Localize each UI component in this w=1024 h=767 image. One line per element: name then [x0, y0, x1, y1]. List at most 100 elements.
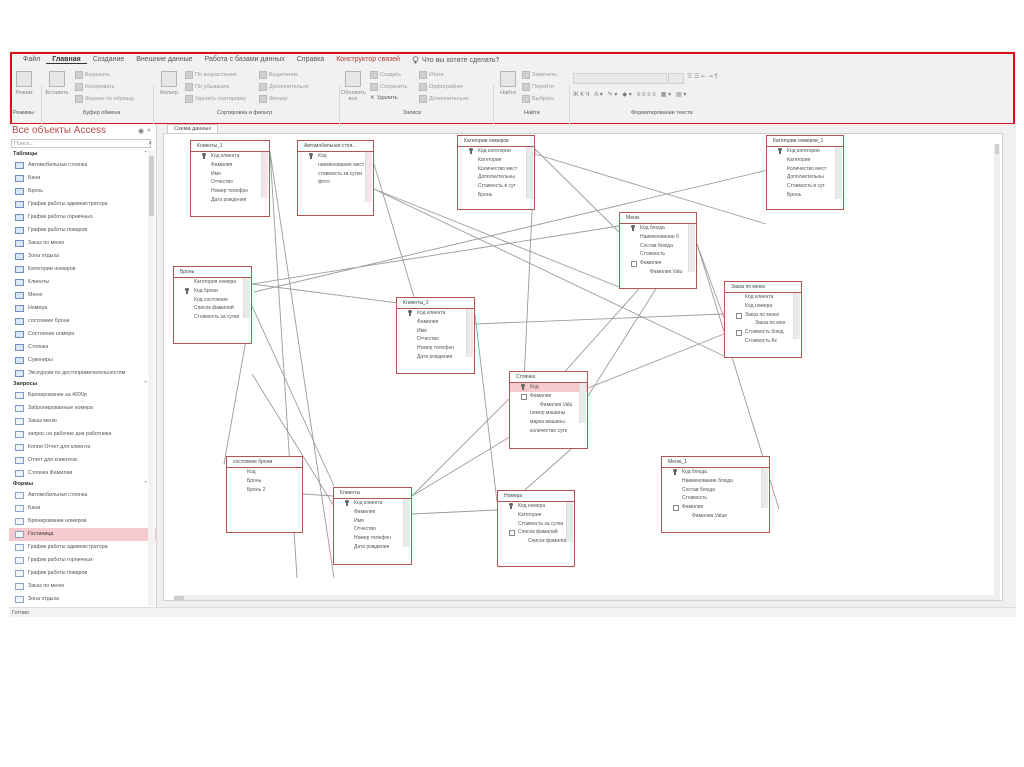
table-field[interactable]: Стоимость за сутки [174, 313, 251, 322]
select-button[interactable]: Выбрать [522, 95, 554, 103]
filter-button[interactable]: Фильтр [157, 71, 181, 96]
delete-record-button[interactable]: ✕ Удалить [370, 95, 398, 101]
table-field[interactable]: Стоимость Ас [725, 337, 801, 346]
table-box[interactable]: Стоянка Код Фамилия Фамилия.Valu номер машин… [509, 371, 588, 449]
table-field[interactable]: Код клиента [191, 152, 269, 161]
nav-item[interactable]: Стоянка [9, 341, 156, 354]
table-scrollbar[interactable] [243, 278, 250, 318]
nav-item[interactable]: Клиенты [9, 276, 156, 289]
tab-relationship-design[interactable]: Конструктор связей [330, 56, 406, 64]
nav-section-header[interactable]: Запросы ⌃ [9, 380, 156, 389]
canvas-horizontal-scrollbar[interactable] [174, 595, 1000, 600]
table-box[interactable]: Номера Код номера Категория Стоимость за су… [497, 490, 575, 567]
table-field[interactable]: Отчество [191, 178, 269, 187]
nav-item[interactable]: Зона отдыха [9, 250, 156, 263]
more-records-button[interactable]: Дополнительно [419, 95, 469, 103]
table-field[interactable]: Список фамилий [174, 304, 251, 313]
nav-item[interactable]: Заказ по меню [9, 580, 156, 593]
nav-item[interactable]: Бронь [9, 185, 156, 198]
font-name-combo[interactable] [573, 73, 667, 84]
table-field[interactable]: Код клиента [397, 309, 474, 318]
new-record-button[interactable]: Создать [370, 71, 401, 79]
table-field[interactable]: Дата рождения [334, 543, 411, 552]
nav-item[interactable]: Автомобильная стоянка [9, 489, 156, 502]
list-buttons[interactable]: ☰ ☰ ⇤ ⇥ ¶ [687, 73, 718, 80]
table-field[interactable]: Код состояния [174, 296, 251, 305]
table-field[interactable]: Список фамилий [498, 537, 574, 546]
table-title[interactable]: Категории номеров [458, 136, 534, 147]
table-box[interactable]: Заказ по меню Код клиента Код номера Заказ … [724, 281, 802, 358]
table-scrollbar[interactable] [835, 147, 842, 199]
expand-box-icon[interactable] [673, 505, 679, 512]
table-field[interactable]: Фамилия [191, 161, 269, 170]
table-field[interactable]: Дополнительны [458, 173, 534, 182]
expand-box-icon[interactable] [736, 312, 742, 319]
table-field[interactable]: Код брони [174, 287, 251, 296]
totals-button[interactable]: Итоги [419, 71, 444, 79]
hscroll-thumb[interactable] [174, 596, 184, 600]
save-record-button[interactable]: Сохранить [370, 83, 407, 91]
nav-item[interactable]: Забронированные номера [9, 402, 156, 415]
nav-item[interactable]: График работы горничных [9, 554, 156, 567]
nav-item[interactable]: запрос на рабочие дни работника [9, 428, 156, 441]
nav-section-header[interactable]: Формы ⌃ [9, 480, 156, 489]
table-box[interactable]: Клиенты_2 Код клиента Фамилия Имя Отчество Но… [396, 297, 475, 374]
nav-section-header[interactable]: Таблицы ⌃ [9, 150, 156, 159]
table-field[interactable]: Наименование б [620, 233, 696, 242]
nav-item[interactable]: состояние брони [9, 315, 156, 328]
table-field[interactable]: Категория [767, 156, 843, 165]
table-box[interactable]: состояние брони Код Бронь Бронь 2 [226, 456, 303, 533]
table-field[interactable]: Фамилия.Valu [620, 268, 696, 277]
table-title[interactable]: Меню_1 [662, 457, 769, 468]
table-scrollbar[interactable] [365, 152, 372, 202]
table-field[interactable]: Фамилия [510, 392, 587, 401]
table-field[interactable]: Категория [458, 156, 534, 165]
table-title[interactable]: Клиенты_1 [191, 141, 269, 152]
nav-item[interactable]: Номера [9, 302, 156, 315]
view-button[interactable]: Режим [12, 71, 36, 96]
table-field[interactable]: Количество мест [767, 165, 843, 174]
table-field[interactable]: Код [510, 383, 587, 392]
nav-item[interactable]: Автомобильная стоянка [9, 159, 156, 172]
table-field[interactable]: Код номера [498, 502, 574, 511]
relationship-line[interactable] [373, 163, 418, 308]
table-field[interactable]: Имя [334, 517, 411, 526]
table-title[interactable]: Категории номеров_1 [767, 136, 843, 147]
nav-scrollbar-thumb[interactable] [149, 156, 154, 216]
table-field[interactable]: Стоимость за сутки [498, 520, 574, 529]
sort-ascending-button[interactable]: По возрастанию [185, 71, 237, 79]
table-field[interactable]: Имя [191, 170, 269, 179]
table-field[interactable]: Номер телефон [334, 534, 411, 543]
relationship-line[interactable] [696, 243, 725, 319]
tab-home[interactable]: Главная [46, 56, 87, 64]
nav-item[interactable]: График работы поваров [9, 567, 156, 580]
table-title[interactable]: Бронь [174, 267, 251, 278]
nav-menu-icon[interactable]: ◉ [138, 127, 144, 135]
nav-item[interactable]: Бани [9, 502, 156, 515]
table-field[interactable]: Количество мест [458, 165, 534, 174]
relationship-line[interactable] [474, 313, 498, 503]
table-field[interactable]: Фамилия.Valu [510, 401, 587, 410]
table-field[interactable]: Дополнительны [767, 173, 843, 182]
table-field[interactable]: Код [227, 468, 302, 477]
table-title[interactable]: Клиенты_2 [397, 298, 474, 309]
tab-external-data[interactable]: Внешние данные [130, 56, 198, 64]
table-title[interactable]: Заказ по меню [725, 282, 801, 293]
table-field[interactable]: Бронь [227, 477, 302, 486]
nav-search-input[interactable]: Поиск... ⌕ [11, 139, 152, 148]
table-field[interactable]: стоимость за сутки [298, 170, 373, 179]
relationships-canvas[interactable]: Клиенты_1 Код клиента Фамилия Имя Отчество Но… [163, 133, 1003, 601]
table-scrollbar[interactable] [793, 293, 800, 339]
table-field[interactable]: Код блюда [662, 468, 769, 477]
tab-database-tools[interactable]: Работа с базами данных [199, 56, 291, 64]
nav-item[interactable]: График работы горничных [9, 211, 156, 224]
table-scrollbar[interactable] [526, 147, 533, 199]
relationship-line[interactable] [474, 313, 725, 325]
table-field[interactable]: Дата рождения [191, 196, 269, 205]
table-field[interactable]: марка машины [510, 418, 587, 427]
table-box[interactable]: Категории номеров_1 Код категории Категори… [766, 135, 844, 210]
table-field[interactable]: номер машины [510, 409, 587, 418]
relationship-line[interactable] [587, 333, 725, 389]
table-field[interactable]: Список фамилий [498, 528, 574, 537]
table-field[interactable]: Код категории [767, 147, 843, 156]
